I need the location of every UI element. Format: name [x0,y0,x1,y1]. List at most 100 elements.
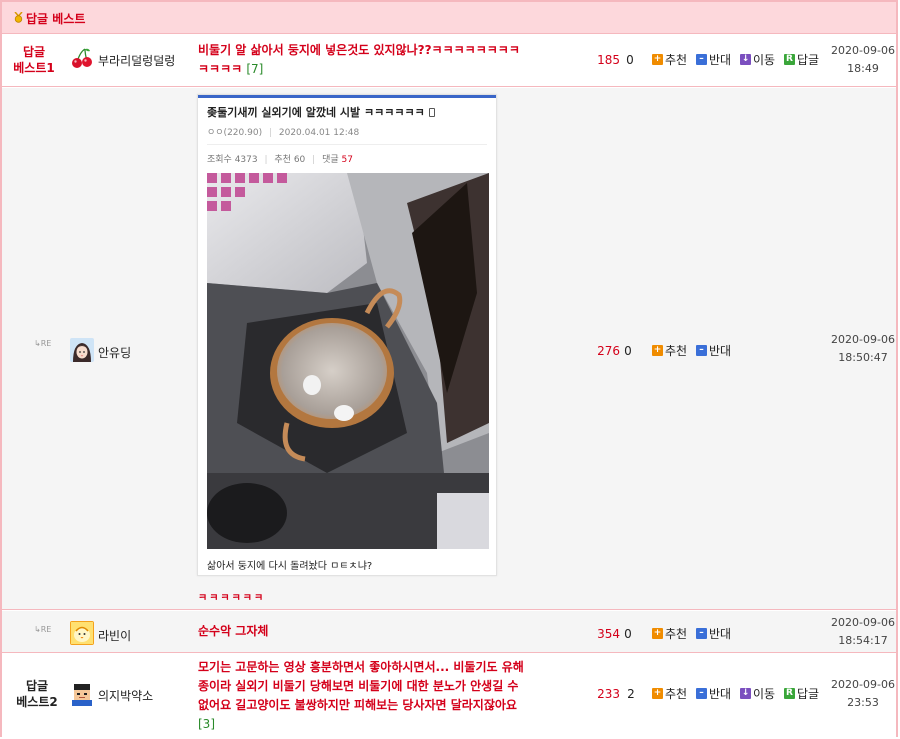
pot-photo [207,173,489,549]
nickname[interactable]: 부라리덜렁덜렁 [98,52,175,69]
reply-content[interactable]: 비둘기 알 삶아서 둥지에 넣은것도 있지않나??ㅋㅋㅋㅋㅋㅋㅋㅋ ㅋㅋㅋㅋ [… [198,41,578,79]
reply-arrow-icon: ↳ [34,339,41,348]
reply-text-line-2: ㅋㅋㅋㅋ [198,62,243,76]
reply-content[interactable]: 순수악 그자체 [198,622,578,641]
downvote-count: 0 [624,344,632,358]
upvote-count: 354 [597,627,620,641]
post-date: 2020-09-06 [831,616,895,629]
post-time: 18:49 [847,62,879,75]
rank-line-2: 베스트1 [13,61,55,75]
nickname[interactable]: 의지박약소 [98,687,153,704]
reply-text-line-1: 비둘기 알 삶아서 둥지에 넣은것도 있지않나??ㅋㅋㅋㅋㅋㅋㅋㅋ [198,43,520,57]
reply-button[interactable]: R 답글 [784,685,819,702]
table-row: ↳RE 안유딩 좆둘기새끼 실외기에 알깠네 시발 ㅋㅋㅋㅋㅋㅋ ㅇㅇ(220.… [2,88,896,610]
oppose-button[interactable]: – 반대 [696,51,731,68]
recommend-label: 추천 [665,344,688,358]
oppose-button[interactable]: – 반대 [696,342,731,359]
post-time: 18:54:17 [838,634,888,647]
move-button[interactable]: ↓ 이동 [740,51,775,68]
post-time: 23:53 [847,696,879,709]
move-label: 이동 [753,687,776,701]
board-title: 답글 베스트 [26,12,86,26]
reply-r-icon: R [784,54,795,65]
rank-label: 답글 베스트2 [5,678,69,710]
reply-text-line-1: 모기는 고문하는 영상 흥분하면서 좋아하시면서... 비둘기도 유해 [198,660,524,674]
screenshot-author: ㅇㅇ(220.90) [207,128,263,138]
screenshot-date: 2020.04.01 12:48 [278,128,360,138]
rank-line-1: 답글 [25,679,49,693]
screenshot-stats: 조회수 4373 | 추천 60 | 댓글 57 [207,155,353,165]
medal-icon [14,12,23,23]
oppose-label: 반대 [709,627,732,641]
cherry-avatar[interactable] [70,46,94,70]
reply-extra-text[interactable]: ㅋㅋㅋㅋㅋㅋ [198,589,265,604]
recommend-label: 추천 [665,627,688,641]
pixel-person-avatar[interactable] [70,682,94,706]
downvote-count: 0 [626,53,634,67]
rank-label: 답글 베스트1 [2,44,66,76]
nickname[interactable]: 안유딩 [98,344,131,361]
downvote-count: 0 [624,627,632,641]
chick-avatar[interactable] [70,621,94,645]
reply-label: 답글 [797,687,820,701]
plus-icon: + [652,628,663,639]
rank-line-2: 베스트2 [16,695,58,709]
reply-best-board: 답글 베스트 답글 베스트1 부라리덜렁덜렁 비둘기 알 삶아서 둥지에 넣은것… [0,0,898,737]
screenshot-comments-label: 댓글 [322,155,339,165]
move-label: 이동 [753,53,776,67]
board-header: 답글 베스트 [2,2,896,34]
upvote-count: 185 [597,53,620,67]
post-datetime: 2020-09-06 18:50:47 [828,331,898,367]
pot-photo-illustration [207,173,489,549]
recommend-button[interactable]: + 추천 [652,342,687,359]
post-date: 2020-09-06 [831,44,895,57]
comment-count[interactable]: [7] [246,62,263,76]
comment-count[interactable]: [3] [198,717,215,731]
screenshot-title-text: 좆둘기새끼 실외기에 알깠네 시발 ㅋㅋㅋㅋㅋㅋ [207,106,425,119]
post-datetime: 2020-09-06 18:49 [828,42,898,78]
reply-indicator: ↳RE [34,339,51,348]
move-arrow-icon: ↓ [740,688,751,699]
minus-icon: – [696,54,707,65]
screenshot-meta: ㅇㅇ(220.90) | 2020.04.01 12:48 [207,128,360,138]
nickname[interactable]: 라빈이 [98,627,131,644]
recommend-button[interactable]: + 추천 [652,51,687,68]
minus-icon: – [696,345,707,356]
oppose-label: 반대 [709,53,732,67]
plus-icon: + [652,54,663,65]
move-arrow-icon: ↓ [740,54,751,65]
screenshot-comments: 57 [341,155,353,165]
screenshot-caption: 삶아서 둥지에 다시 돌려놨다 ㅁㅌㅊ냐? [207,561,373,572]
oppose-button[interactable]: – 반대 [696,625,731,642]
reply-indicator: ↳RE [34,625,51,634]
reply-button[interactable]: R 답글 [784,51,819,68]
move-button[interactable]: ↓ 이동 [740,685,775,702]
re-label: RE [40,625,52,634]
embedded-screenshot[interactable]: 좆둘기새끼 실외기에 알깠네 시발 ㅋㅋㅋㅋㅋㅋ ㅇㅇ(220.90) | 20… [197,94,497,576]
rank-line-1: 답글 [22,45,46,59]
recommend-button[interactable]: + 추천 [652,685,687,702]
plus-icon: + [652,688,663,699]
reply-text-line-3: 없어요 길고양이도 불쌍하지만 피해보는 당사자면 달라지잖아요 [198,698,517,712]
recommend-button[interactable]: + 추천 [652,625,687,642]
oppose-label: 반대 [709,344,732,358]
post-date: 2020-09-06 [831,678,895,691]
divider [207,144,487,145]
table-row: 답글 베스트2 의지박약소 모기는 고문하는 영상 흥분하면서 좋아하시면서..… [2,654,896,737]
re-label: RE [40,339,52,348]
downvote-count: 2 [627,687,635,701]
plus-icon: + [652,345,663,356]
minus-icon: – [696,688,707,699]
post-time: 18:50:47 [838,351,888,364]
recommend-label: 추천 [665,53,688,67]
reply-content[interactable]: 모기는 고문하는 영상 흥분하면서 좋아하시면서... 비둘기도 유해 종이라 … [198,658,578,734]
girl-avatar[interactable] [70,338,94,362]
reply-r-icon: R [784,688,795,699]
post-datetime: 2020-09-06 18:54:17 [828,614,898,650]
table-row: ↳RE 라빈이 순수악 그자체 354 0 + 추천 – 반대 2020-09-06… [2,611,896,653]
oppose-button[interactable]: – 반대 [696,685,731,702]
screenshot-title: 좆둘기새끼 실외기에 알깠네 시발 ㅋㅋㅋㅋㅋㅋ [207,104,435,120]
upvote-count: 276 [597,344,620,358]
reply-text-line-2: 종이라 실외기 비둘기 당해보면 비둘기에 대한 분노가 안생길 수 [198,679,519,693]
recommend-label: 추천 [665,687,688,701]
